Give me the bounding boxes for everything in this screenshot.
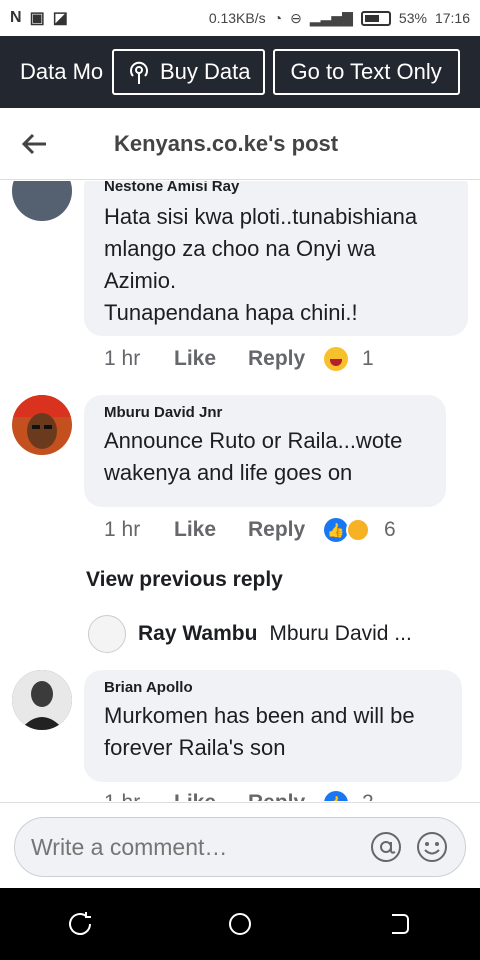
- like-emoji-icon: 👍: [324, 518, 348, 542]
- home-icon[interactable]: [226, 910, 254, 938]
- post-header: Kenyans.co.ke's post: [0, 108, 480, 180]
- comment-actions: 1 hr Like Reply 👍 2: [104, 791, 374, 801]
- text-only-button[interactable]: Go to Text Only: [272, 49, 460, 95]
- back-icon[interactable]: [386, 910, 414, 938]
- buy-data-button[interactable]: Buy Data: [112, 49, 265, 95]
- comment-input[interactable]: [31, 833, 357, 861]
- view-previous-reply-link[interactable]: View previous reply: [86, 568, 283, 592]
- avatar: [88, 615, 126, 653]
- comment-feed[interactable]: Nestone Amisi Ray Hata sisi kwa ploti..t…: [0, 181, 480, 801]
- system-nav-bar: [0, 888, 480, 960]
- text-only-label: Go to Text Only: [290, 59, 442, 84]
- comment-author[interactable]: Brian Apollo: [104, 678, 444, 698]
- reaction-count: 1: [362, 347, 374, 370]
- battery-icon: [360, 10, 391, 26]
- reactions[interactable]: 👍: [324, 518, 370, 542]
- reactions[interactable]: 👍: [324, 791, 348, 801]
- reaction-count: 2: [362, 791, 374, 801]
- like-button[interactable]: Like: [174, 347, 248, 371]
- like-button[interactable]: Like: [174, 791, 248, 801]
- comment-line: mlango za choo na Onyi wa: [104, 236, 376, 261]
- reply-button[interactable]: Reply: [248, 518, 324, 542]
- reply-preview[interactable]: Ray Wambu Mburu David ...: [88, 615, 412, 653]
- comment-time: 1 hr: [104, 791, 174, 801]
- avatar[interactable]: [12, 670, 72, 730]
- comment-line: Announce Ruto or Raila...wote: [104, 428, 403, 453]
- page-title: Kenyans.co.ke's post: [114, 130, 339, 156]
- reply-button[interactable]: Reply: [248, 791, 324, 801]
- emoji-icon[interactable]: [415, 830, 449, 864]
- comment-line: Murkomen has been and will be: [104, 703, 415, 728]
- status-bar: N ▣ ◪ 0.13KB/s ◔ ⊖ ▂▃▅▇ 53% 17:16: [0, 0, 480, 36]
- reply-snippet: Mburu David ...: [269, 622, 412, 645]
- reaction-count: 6: [384, 518, 396, 541]
- comment-composer: [0, 802, 480, 888]
- notification-icons: N ▣ ◪: [10, 8, 68, 28]
- comment-text: Murkomen has been and will be forever Ra…: [104, 700, 444, 764]
- reply-author: Ray Wambu: [138, 622, 258, 645]
- reply-button[interactable]: Reply: [248, 347, 324, 371]
- data-mode-bar: Data Mo Buy Data Go to Text Only: [0, 36, 480, 108]
- status-indicators: 0.13KB/s ◔ ⊖ ▂▃▅▇ 53% 17:16: [209, 10, 470, 27]
- comment-text: Hata sisi kwa ploti..tunabishiana mlango…: [104, 201, 450, 329]
- activity-icon: ◪: [52, 10, 68, 27]
- antenna-icon: [130, 61, 148, 84]
- avatar[interactable]: [12, 181, 72, 221]
- comment-bubble: Mburu David Jnr Announce Ruto or Raila..…: [84, 395, 446, 507]
- comment-line: Tunapendana hapa chini.!: [104, 300, 358, 325]
- comment-author[interactable]: Nestone Amisi Ray: [104, 181, 450, 197]
- data-mode-label: Data Mo: [20, 59, 104, 84]
- comment-line: Hata sisi kwa ploti..tunabishiana: [104, 204, 418, 229]
- comment-author[interactable]: Mburu David Jnr: [104, 403, 428, 423]
- comment-bubble: Brian Apollo Murkomen has been and will …: [84, 670, 462, 782]
- comment-line: Azimio.: [104, 268, 177, 293]
- signal-icon: ▂▃▅▇: [309, 9, 353, 26]
- comment-input-box[interactable]: [14, 817, 466, 877]
- mention-icon[interactable]: [369, 830, 403, 864]
- recent-apps-icon[interactable]: [66, 910, 94, 938]
- comment-time: 1 hr: [104, 518, 141, 541]
- haha-emoji-icon: [324, 347, 348, 371]
- buy-data-label: Buy Data: [160, 59, 251, 84]
- care-emoji-icon: [346, 518, 370, 542]
- comment-text: Announce Ruto or Raila...wote wakenya an…: [104, 425, 428, 489]
- comment-line: forever Raila's son: [104, 735, 286, 760]
- data-saver-icon: ◔: [273, 10, 283, 26]
- clock: 17:16: [434, 10, 470, 26]
- speed-text: 0.13KB/s: [208, 10, 266, 26]
- network-n-icon: N: [10, 9, 22, 26]
- comment-actions: 1 hr Like Reply 👍 6: [104, 518, 396, 542]
- avatar[interactable]: [12, 395, 72, 455]
- comment-time: 1 hr: [104, 347, 141, 370]
- comment-actions: 1 hr Like Reply 1: [104, 347, 374, 371]
- comment-line: wakenya and life goes on: [104, 460, 353, 485]
- like-emoji-icon: 👍: [324, 791, 348, 801]
- dnd-icon: ⊖: [290, 9, 302, 26]
- comment-bubble: Nestone Amisi Ray Hata sisi kwa ploti..t…: [84, 181, 468, 336]
- back-arrow-icon[interactable]: [0, 133, 70, 155]
- reactions[interactable]: [324, 347, 348, 371]
- battery-percent: 53%: [398, 10, 427, 26]
- like-button[interactable]: Like: [174, 518, 248, 542]
- image-icon: ▣: [29, 10, 45, 27]
